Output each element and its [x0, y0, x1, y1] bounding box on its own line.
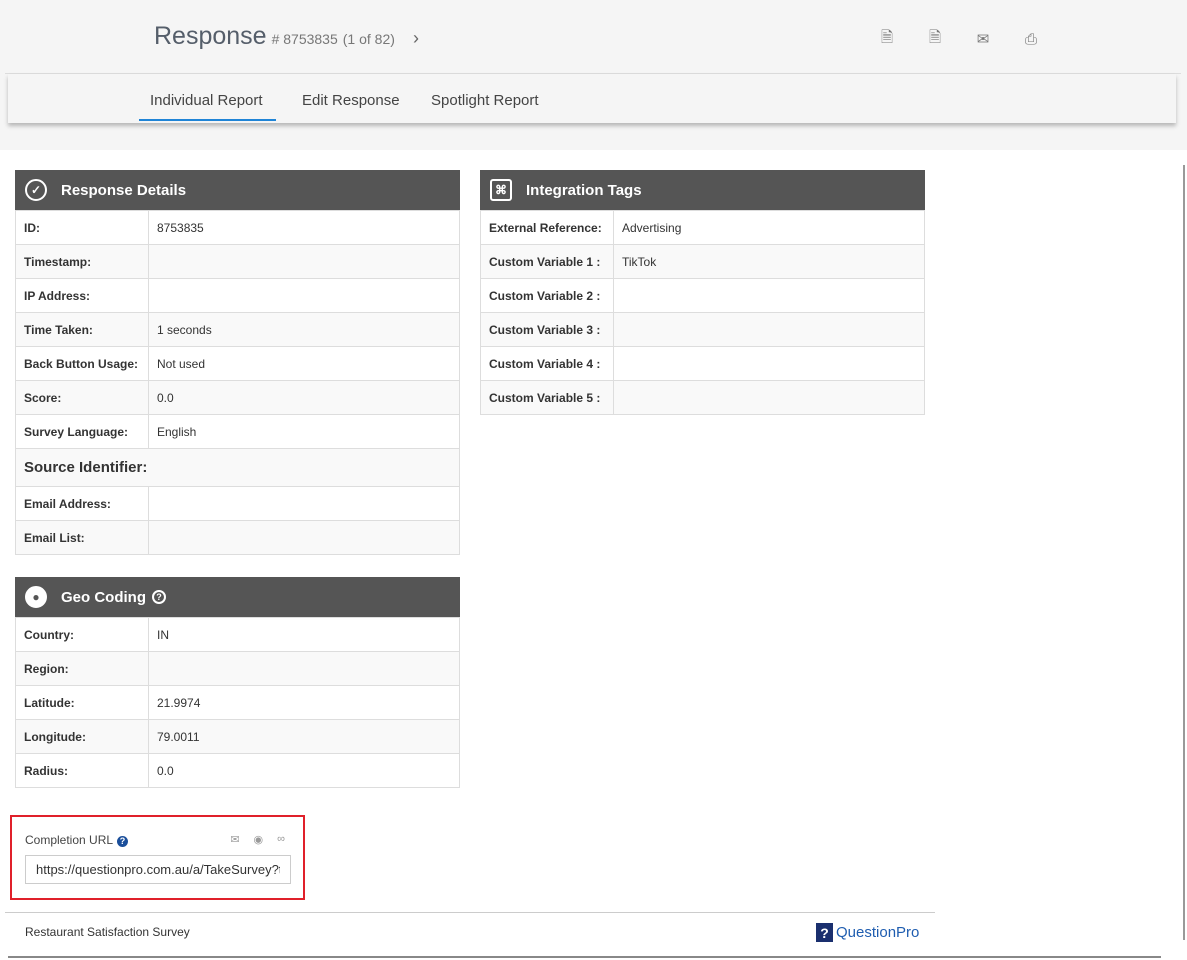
scrollbar[interactable] — [1183, 165, 1185, 940]
page-title: Response — [154, 22, 267, 50]
response-position: (1 of 82) — [342, 31, 395, 47]
panel-title: Response Details — [61, 181, 187, 199]
table-row: Latitude: 21.9974 — [15, 685, 460, 720]
table-row: Score: 0.0 — [15, 380, 460, 415]
table-row: Custom Variable 2 : — [480, 278, 925, 313]
table-row: Time Taken: 1 seconds — [15, 312, 460, 347]
response-details-panel: ✓ Response Details ID: 8753835 Timestamp: IP… — [15, 170, 460, 555]
table-row: Timestamp: — [15, 244, 460, 279]
table-row: Custom Variable 1 : TikTok — [480, 244, 925, 279]
table-row: Survey Language: English — [15, 414, 460, 449]
table-row: Custom Variable 4 : — [480, 346, 925, 381]
response-id: # 8753835 — [271, 31, 338, 47]
help-icon[interactable]: ? — [117, 836, 129, 847]
bottom-divider — [8, 956, 1161, 958]
row-value: English — [148, 414, 460, 449]
table-row: IP Address: — [15, 278, 460, 313]
row-value: 79.0011 — [148, 719, 460, 754]
row-label: Custom Variable 3 : — [480, 312, 614, 347]
email-icon[interactable]: ✉ — [230, 833, 239, 846]
integration-tags-panel: ⌘ Integration Tags External Reference: Adv… — [480, 170, 925, 415]
print-icon[interactable]: ⎙ — [1020, 28, 1042, 50]
email-icon[interactable]: ✉ — [972, 28, 994, 50]
row-value — [613, 380, 925, 415]
row-value: Advertising — [613, 210, 925, 245]
row-value — [613, 278, 925, 313]
row-label: Radius: — [15, 753, 149, 788]
row-value — [148, 278, 460, 313]
row-label: Custom Variable 2 : — [480, 278, 614, 313]
survey-name: Restaurant Satisfaction Survey — [25, 925, 190, 939]
completion-url-input[interactable] — [25, 855, 291, 884]
table-row: Custom Variable 5 : — [480, 380, 925, 415]
table-row: External Reference: Advertising — [480, 210, 925, 245]
row-label: Email Address: — [15, 486, 149, 521]
section-heading: Source Identifier: — [15, 448, 460, 487]
tab-spotlight-report[interactable]: Spotlight Report — [431, 92, 539, 109]
tab-edit-response[interactable]: Edit Response — [302, 92, 400, 109]
next-response-chevron-icon[interactable]: › — [413, 28, 419, 49]
row-label: ID: — [15, 210, 149, 245]
table-row: ID: 8753835 — [15, 210, 460, 245]
row-value: Not used — [148, 346, 460, 381]
row-value: 8753835 — [148, 210, 460, 245]
table-row: Email List: — [15, 520, 460, 555]
globe-icon: ● — [25, 586, 47, 608]
help-icon[interactable]: ? — [152, 590, 166, 604]
row-label: Longitude: — [15, 719, 149, 754]
questionpro-logo: ? QuestionPro — [816, 923, 919, 942]
panel-title: Geo Coding — [61, 588, 146, 606]
row-label: Country: — [15, 617, 149, 652]
completion-url-box: Completion URL? ✉ ◉ ∞ — [10, 815, 305, 900]
table-row: Email Address: — [15, 486, 460, 521]
row-value — [613, 312, 925, 347]
row-value: TikTok — [613, 244, 925, 279]
source-identifier-heading: Source Identifier: — [15, 448, 460, 487]
link-icon[interactable]: ∞ — [277, 833, 285, 846]
row-label: Timestamp: — [15, 244, 149, 279]
header: Response # 8753835 (1 of 82) — [154, 22, 395, 51]
row-label: Latitude: — [15, 685, 149, 720]
tab-bar: Individual Report Edit Response Spotligh… — [8, 74, 1176, 123]
row-value: 0.0 — [148, 380, 460, 415]
pdf-export-icon[interactable]: 🗎 — [876, 28, 898, 50]
row-label: Custom Variable 1 : — [480, 244, 614, 279]
row-value: IN — [148, 617, 460, 652]
table-row: Custom Variable 3 : — [480, 312, 925, 347]
row-value — [148, 520, 460, 555]
puzzle-icon: ⌘ — [490, 179, 512, 201]
row-value — [148, 486, 460, 521]
excel-export-icon[interactable]: 🗎 — [924, 28, 946, 50]
footer-divider — [5, 912, 935, 913]
row-label: Custom Variable 4 : — [480, 346, 614, 381]
brand-name: QuestionPro — [836, 924, 920, 941]
row-label: Back Button Usage: — [15, 346, 149, 381]
table-row: Country: IN — [15, 617, 460, 652]
row-value — [148, 651, 460, 686]
eye-icon[interactable]: ◉ — [254, 833, 264, 846]
row-label: Score: — [15, 380, 149, 415]
row-label: Survey Language: — [15, 414, 149, 449]
row-label: Time Taken: — [15, 312, 149, 347]
check-circle-icon: ✓ — [25, 179, 47, 201]
top-bar: Response # 8753835 (1 of 82) › 🗎 🗎 ✉ ⎙ I… — [0, 0, 1187, 150]
row-value — [613, 346, 925, 381]
table-row: Region: — [15, 651, 460, 686]
geo-coding-panel: ● Geo Coding? Country: IN Region: Latitude: 2… — [15, 577, 460, 788]
row-value — [148, 244, 460, 279]
row-label: Email List: — [15, 520, 149, 555]
row-label: Custom Variable 5 : — [480, 380, 614, 415]
completion-url-label: Completion URL — [25, 833, 114, 847]
row-value: 1 seconds — [148, 312, 460, 347]
table-row: Back Button Usage: Not used — [15, 346, 460, 381]
panel-title: Integration Tags — [526, 181, 642, 199]
row-label: External Reference: — [480, 210, 614, 245]
row-value: 21.9974 — [148, 685, 460, 720]
row-label: IP Address: — [15, 278, 149, 313]
table-row: Radius: 0.0 — [15, 753, 460, 788]
row-value: 0.0 — [148, 753, 460, 788]
row-label: Region: — [15, 651, 149, 686]
table-row: Longitude: 79.0011 — [15, 719, 460, 754]
tab-individual-report[interactable]: Individual Report — [139, 92, 276, 121]
